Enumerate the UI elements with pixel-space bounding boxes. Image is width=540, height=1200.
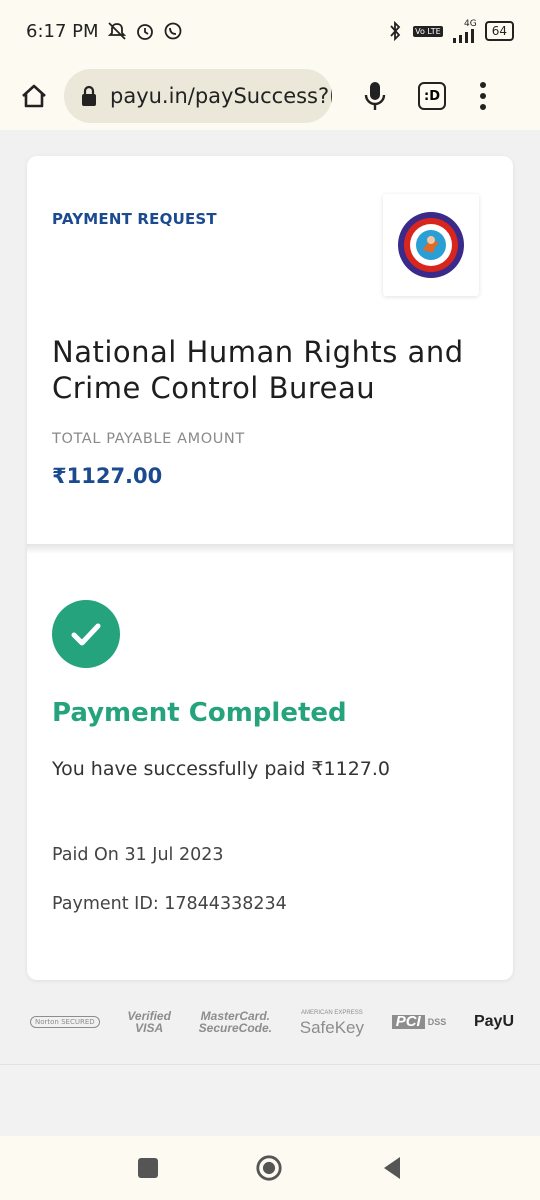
browser-toolbar: payu.in/paySuccess?l :D xyxy=(0,62,540,130)
volte-badge: Vo LTE xyxy=(413,25,443,37)
payment-request-section: PAYMENT REQUEST National Human Rights an… xyxy=(27,156,513,546)
amex-safekey-logo: AMERICAN EXPRESS SafeKey xyxy=(300,1007,364,1037)
back-triangle-icon xyxy=(384,1157,400,1179)
safekey-text: SafeKey xyxy=(299,1018,364,1037)
paid-on-date: Paid On 31 Jul 2023 xyxy=(52,845,224,865)
payment-status-message: You have successfully paid ₹1127.0 xyxy=(52,758,390,780)
menu-dot-icon xyxy=(480,93,486,99)
visa-line2: VISA xyxy=(135,1021,164,1035)
total-payable-label: TOTAL PAYABLE AMOUNT xyxy=(52,431,245,447)
recents-button[interactable] xyxy=(134,1154,162,1182)
alarm-icon xyxy=(135,21,155,41)
pci-text: PCI xyxy=(391,1014,425,1029)
bluetooth-icon xyxy=(385,21,405,41)
home-nav-button[interactable] xyxy=(255,1154,283,1182)
mastercard-line2: SecureCode. xyxy=(198,1021,273,1035)
merchant-logo xyxy=(383,194,479,296)
status-bar: 6:17 PM Vo LTE 4G 64 xyxy=(0,0,540,62)
mic-icon xyxy=(364,82,386,110)
norton-secured-logo: Norton SECURED xyxy=(30,1016,100,1028)
norton-badge-text: Norton SECURED xyxy=(30,1016,100,1028)
menu-dot-icon xyxy=(480,82,486,88)
payu-logo: PayU xyxy=(473,1013,514,1030)
recents-square-icon xyxy=(138,1158,158,1178)
payment-card: PAYMENT REQUEST National Human Rights an… xyxy=(27,156,513,980)
back-button[interactable] xyxy=(378,1154,406,1182)
lock-icon xyxy=(82,85,96,106)
merchant-name: National Human Rights and Crime Control … xyxy=(52,335,464,405)
battery-indicator: 64 xyxy=(484,21,514,41)
address-bar[interactable]: payu.in/paySuccess?l xyxy=(64,69,332,123)
security-badges: Norton SECURED Verified VISA MasterCard.… xyxy=(30,1002,514,1042)
success-check-icon xyxy=(52,600,120,668)
mute-icon xyxy=(107,21,127,41)
tab-switcher-button[interactable]: :D xyxy=(418,82,446,110)
page-content: PAYMENT REQUEST National Human Rights an… xyxy=(0,130,540,1064)
menu-dot-icon xyxy=(480,104,486,110)
dss-text: DSS xyxy=(427,1017,447,1027)
total-amount: ₹1127.00 xyxy=(52,464,163,488)
home-icon xyxy=(22,84,46,108)
page-bottom-area xyxy=(0,1064,540,1136)
mastercard-securecode-logo: MasterCard. SecureCode. xyxy=(199,1010,272,1034)
payment-id: Payment ID: 17844338234 xyxy=(52,894,287,914)
signal-icon: 4G xyxy=(451,18,477,43)
voice-search-button[interactable] xyxy=(360,78,390,114)
merchant-logo-emblem xyxy=(398,212,464,278)
payment-request-label: PAYMENT REQUEST xyxy=(52,210,217,228)
network-type: 4G xyxy=(464,18,477,29)
status-time: 6:17 PM xyxy=(26,20,99,42)
home-button[interactable] xyxy=(16,78,52,114)
payment-status-title: Payment Completed xyxy=(52,698,347,728)
whatsapp-icon xyxy=(163,21,183,41)
verified-by-visa-logo: Verified VISA xyxy=(127,1010,171,1034)
overflow-menu-button[interactable] xyxy=(478,82,488,110)
home-circle-icon xyxy=(256,1155,282,1181)
pci-dss-logo: PCI DSS xyxy=(391,1014,447,1029)
system-nav-bar xyxy=(0,1136,540,1200)
section-divider xyxy=(27,544,513,554)
url-text: payu.in/paySuccess?l xyxy=(110,84,332,108)
